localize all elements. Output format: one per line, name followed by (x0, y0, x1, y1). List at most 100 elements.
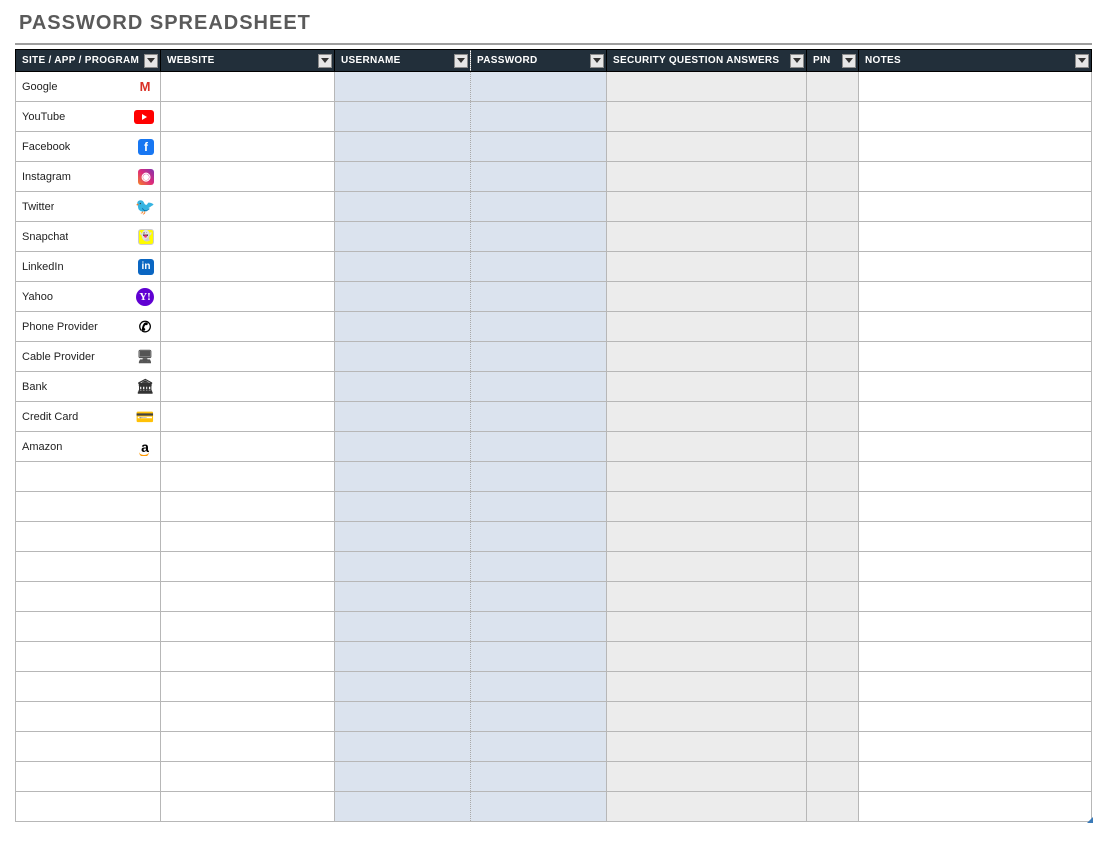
cell-pin[interactable] (807, 552, 859, 582)
cell-site[interactable] (16, 522, 161, 552)
cell-notes[interactable] (859, 522, 1092, 552)
cell-notes[interactable] (859, 762, 1092, 792)
cell-username[interactable] (335, 762, 471, 792)
cell-pin[interactable] (807, 792, 859, 822)
cell-password[interactable] (471, 102, 607, 132)
cell-site[interactable]: YahooY! (16, 282, 161, 312)
cell-password[interactable] (471, 192, 607, 222)
cell-site[interactable]: LinkedInin (16, 252, 161, 282)
cell-username[interactable] (335, 492, 471, 522)
cell-pin[interactable] (807, 462, 859, 492)
cell-password[interactable] (471, 282, 607, 312)
cell-site[interactable] (16, 612, 161, 642)
filter-dropdown-icon[interactable] (454, 54, 468, 68)
cell-username[interactable] (335, 732, 471, 762)
cell-site[interactable] (16, 642, 161, 672)
cell-username[interactable] (335, 162, 471, 192)
cell-notes[interactable] (859, 492, 1092, 522)
cell-website[interactable] (161, 402, 335, 432)
cell-notes[interactable] (859, 642, 1092, 672)
cell-username[interactable] (335, 342, 471, 372)
cell-password[interactable] (471, 732, 607, 762)
cell-site[interactable] (16, 762, 161, 792)
cell-notes[interactable] (859, 432, 1092, 462)
cell-password[interactable] (471, 222, 607, 252)
cell-password[interactable] (471, 702, 607, 732)
cell-site[interactable]: Facebookf (16, 132, 161, 162)
cell-site[interactable]: GoogleM (16, 72, 161, 102)
cell-password[interactable] (471, 492, 607, 522)
cell-username[interactable] (335, 372, 471, 402)
cell-username[interactable] (335, 432, 471, 462)
cell-password[interactable] (471, 132, 607, 162)
cell-pin[interactable] (807, 72, 859, 102)
cell-site[interactable]: Twitter🐦 (16, 192, 161, 222)
cell-website[interactable] (161, 552, 335, 582)
cell-username[interactable] (335, 72, 471, 102)
cell-pin[interactable] (807, 312, 859, 342)
col-header-notes[interactable]: NOTES (859, 50, 1092, 72)
cell-site[interactable]: Credit Card💳 (16, 402, 161, 432)
cell-notes[interactable] (859, 702, 1092, 732)
cell-pin[interactable] (807, 612, 859, 642)
cell-notes[interactable] (859, 372, 1092, 402)
cell-pin[interactable] (807, 522, 859, 552)
cell-website[interactable] (161, 732, 335, 762)
cell-password[interactable] (471, 552, 607, 582)
cell-security[interactable] (607, 612, 807, 642)
cell-password[interactable] (471, 432, 607, 462)
cell-site[interactable] (16, 462, 161, 492)
cell-website[interactable] (161, 252, 335, 282)
cell-security[interactable] (607, 492, 807, 522)
cell-notes[interactable] (859, 192, 1092, 222)
cell-website[interactable] (161, 372, 335, 402)
cell-website[interactable] (161, 282, 335, 312)
cell-password[interactable] (471, 162, 607, 192)
cell-security[interactable] (607, 672, 807, 702)
cell-site[interactable] (16, 672, 161, 702)
cell-username[interactable] (335, 702, 471, 732)
cell-security[interactable] (607, 132, 807, 162)
cell-security[interactable] (607, 552, 807, 582)
cell-username[interactable] (335, 402, 471, 432)
cell-password[interactable] (471, 372, 607, 402)
cell-pin[interactable] (807, 162, 859, 192)
cell-pin[interactable] (807, 102, 859, 132)
cell-site[interactable]: Instagram◉ (16, 162, 161, 192)
cell-website[interactable] (161, 462, 335, 492)
cell-notes[interactable] (859, 612, 1092, 642)
cell-website[interactable] (161, 582, 335, 612)
cell-pin[interactable] (807, 492, 859, 522)
cell-pin[interactable] (807, 402, 859, 432)
cell-pin[interactable] (807, 222, 859, 252)
cell-website[interactable] (161, 132, 335, 162)
cell-security[interactable] (607, 642, 807, 672)
filter-dropdown-icon[interactable] (590, 54, 604, 68)
cell-website[interactable] (161, 72, 335, 102)
cell-website[interactable] (161, 432, 335, 462)
cell-security[interactable] (607, 342, 807, 372)
col-header-pin[interactable]: PIN (807, 50, 859, 72)
cell-website[interactable] (161, 762, 335, 792)
cell-notes[interactable] (859, 72, 1092, 102)
cell-site[interactable] (16, 732, 161, 762)
cell-notes[interactable] (859, 732, 1092, 762)
cell-website[interactable] (161, 522, 335, 552)
cell-username[interactable] (335, 462, 471, 492)
cell-password[interactable] (471, 342, 607, 372)
cell-username[interactable] (335, 222, 471, 252)
cell-security[interactable] (607, 222, 807, 252)
cell-security[interactable] (607, 432, 807, 462)
cell-security[interactable] (607, 192, 807, 222)
cell-password[interactable] (471, 582, 607, 612)
cell-security[interactable] (607, 522, 807, 552)
col-header-security[interactable]: SECURITY QUESTION ANSWERS (607, 50, 807, 72)
cell-notes[interactable] (859, 342, 1092, 372)
cell-notes[interactable] (859, 282, 1092, 312)
filter-dropdown-icon[interactable] (1075, 54, 1089, 68)
cell-username[interactable] (335, 252, 471, 282)
cell-site[interactable]: Phone Provider✆ (16, 312, 161, 342)
cell-website[interactable] (161, 792, 335, 822)
cell-site[interactable] (16, 582, 161, 612)
cell-site[interactable] (16, 792, 161, 822)
